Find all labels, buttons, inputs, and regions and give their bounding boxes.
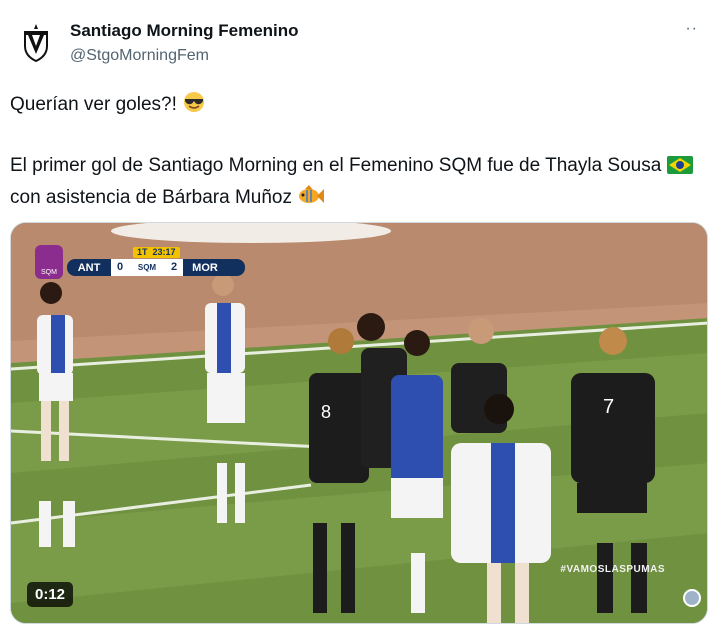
tweet-line-2-text: El primer gol de Santiago Morning en el … [10, 155, 662, 176]
tweet-line-1-text: Querían ver goles?! [10, 94, 177, 115]
league-logo-text: SQM [41, 269, 57, 276]
svg-text:8: 8 [321, 402, 331, 422]
sunglasses-face-icon [182, 91, 206, 122]
tweet-line-2: El primer gol de Santiago Morning en el … [10, 151, 700, 215]
tweet-line-2-rest: con asistencia de Bárbara Muñoz [10, 187, 292, 208]
author-handle[interactable]: @StgoMorningFem [70, 47, 209, 65]
tweet-line-1: Querían ver goles?! [10, 90, 700, 122]
score-row: ANT 0 SQM 2 MOR [67, 259, 245, 276]
match-time: 23:17 [152, 247, 176, 257]
away-team: MOR [192, 261, 218, 274]
away-score: 2 [165, 259, 183, 276]
svg-text:7: 7 [603, 396, 614, 418]
brazil-flag-icon [666, 154, 693, 183]
league-logo: SQM [35, 245, 63, 279]
video-player[interactable]: 8 7 SQM 1T 23:17 ANT 0 SQM 2 MOR #VAMOSL… [10, 222, 708, 624]
club-crest-icon [24, 24, 48, 62]
tropical-fish-icon [297, 184, 325, 215]
broadcaster-logo-icon [683, 589, 701, 607]
home-score: 0 [111, 259, 129, 276]
avatar[interactable] [14, 20, 58, 64]
tweet-text: Querían ver goles?! El primer gol de San… [10, 90, 700, 215]
match-period: 1T [137, 247, 148, 257]
home-team: ANT [77, 261, 101, 274]
match-clock: 1T 23:17 [133, 247, 180, 258]
more-options-icon[interactable]: ·· [685, 20, 698, 38]
author-name[interactable]: Santiago Morning Femenino [70, 21, 299, 41]
league-name: SQM [129, 259, 165, 276]
video-hashtag: #VAMOSLASPUMAS [560, 564, 665, 575]
video-duration: 0:12 [27, 582, 74, 607]
